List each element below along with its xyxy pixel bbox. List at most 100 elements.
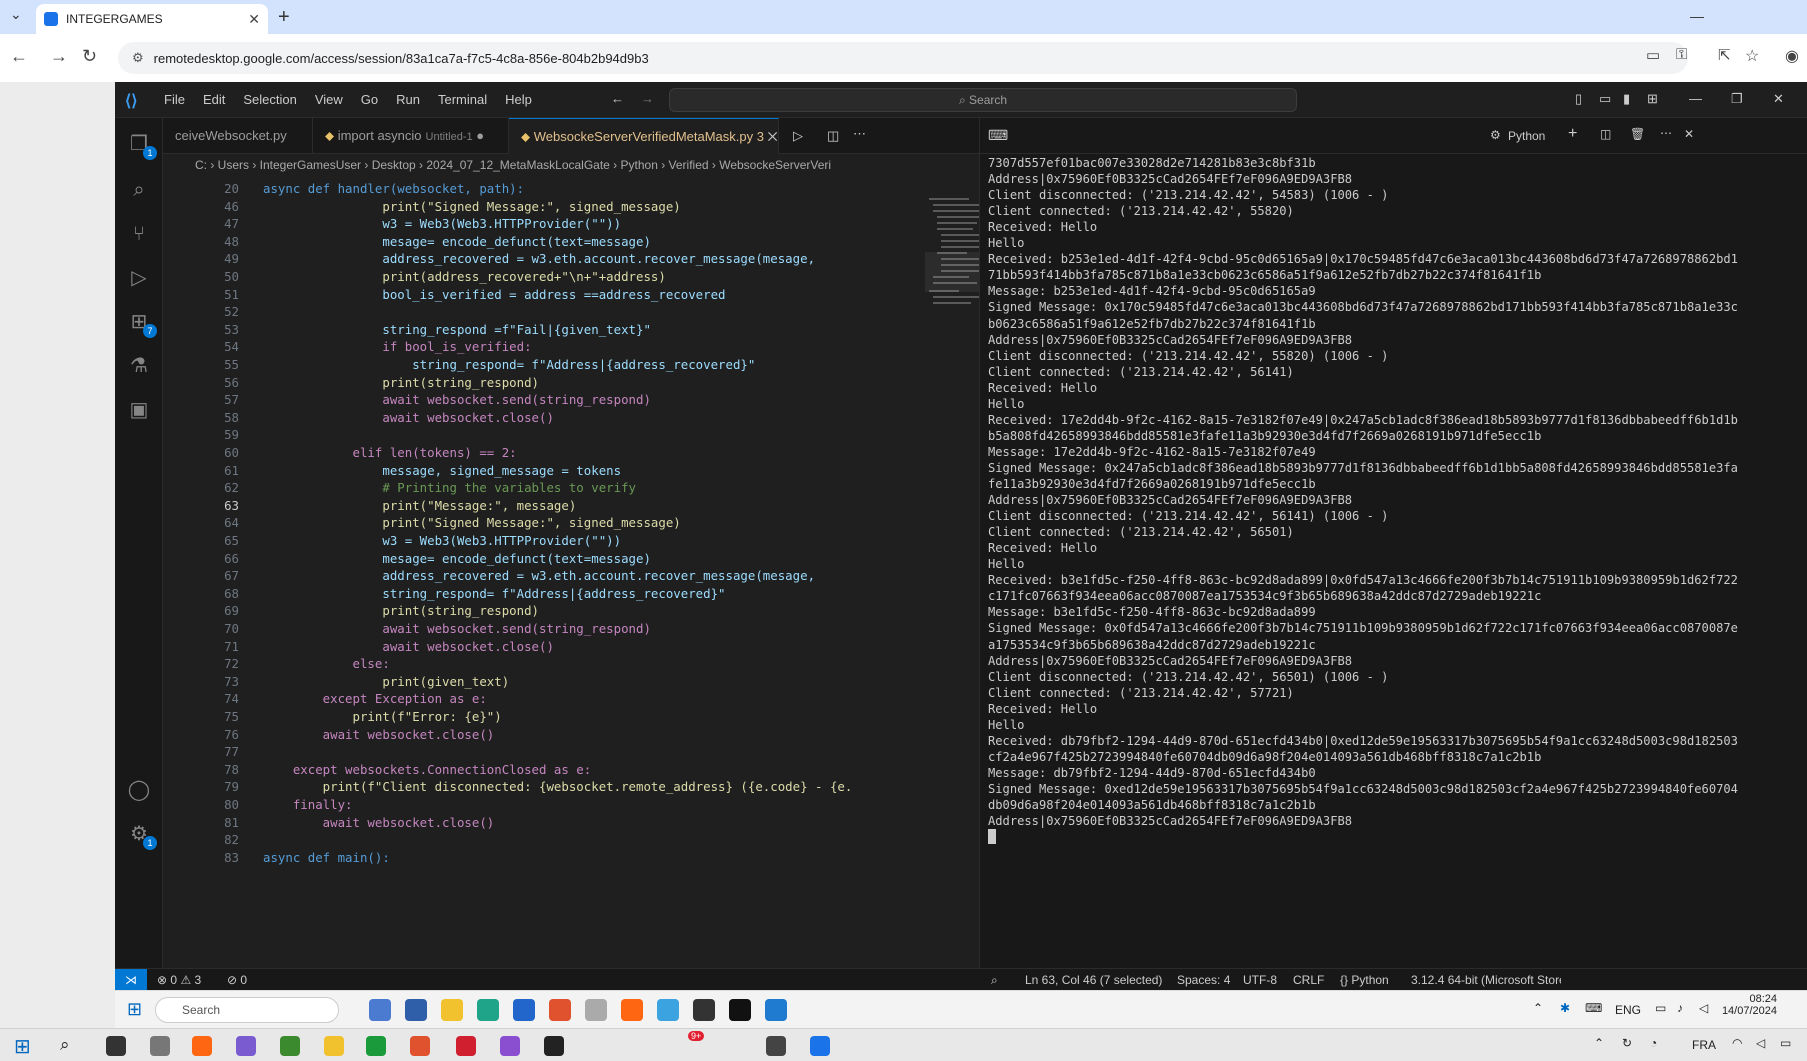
host-wifi-icon[interactable]: ◠ [1732,1036,1742,1050]
close-panel-icon[interactable]: ✕ [1684,127,1694,141]
brave-icon[interactable] [549,999,571,1021]
address-bar[interactable]: ⚙ remotedesktop.google.com/access/sessio… [118,42,1688,74]
code-line[interactable]: 46 print("Signed Message:", signed_messa… [163,198,979,216]
search-icon[interactable]: ⌕ [127,178,151,202]
forward-icon[interactable]: → [50,46,68,67]
code-line[interactable]: 62 # Printing the variables to verify [163,479,979,497]
code-line[interactable]: 76 await websocket.close() [163,726,979,744]
code-line[interactable]: 75 print(f"Error: {e}") [163,708,979,726]
code-line[interactable]: 80 finally: [163,796,979,814]
host-app-icon-5[interactable] [280,1036,300,1056]
site-info-icon[interactable]: ⚙ [132,50,144,66]
host-opera-icon[interactable] [456,1036,476,1056]
new-terminal-icon[interactable]: + [1568,125,1577,143]
extensions-icon[interactable]: ⊞ 7 [127,310,157,338]
menu-help[interactable]: Help [496,92,541,107]
ports-indicator[interactable]: ⊘ 0 [227,969,247,991]
code-line[interactable]: 65 w3 = Web3(Web3.HTTPProvider("")) [163,532,979,550]
vscode-taskbar-icon[interactable] [765,999,787,1021]
terminal-output[interactable]: 7307d557ef01bac007e33028d2e714281b83e3c8… [979,154,1807,968]
host-search-icon[interactable]: ⌕ [60,1035,70,1055]
code-line[interactable]: 68 string_respond= f"Address|{address_re… [163,585,979,603]
minimize-icon[interactable]: — [1690,8,1704,24]
run-debug-icon[interactable]: ▷ [127,266,151,290]
code-line[interactable]: 51 bool_is_verified = address ==address_… [163,286,979,304]
code-editor[interactable]: 20 async def handler(websocket, path): 46 … [163,176,979,968]
host-xbox-icon[interactable] [366,1036,386,1056]
split-editor-icon[interactable]: ◫ [827,128,839,144]
code-line[interactable]: 20 async def handler(websocket, path): [163,180,979,198]
nav-forward-icon[interactable]: → [641,91,654,106]
mic-icon[interactable]: ♪ [1677,1001,1683,1015]
host-language[interactable]: FRA [1692,1038,1716,1052]
host-file-explorer-icon[interactable] [324,1036,344,1056]
console-app-icon[interactable] [729,999,751,1021]
remote-clock[interactable]: 08:24 14/07/2024 [1715,993,1777,1017]
tab-websocke-server[interactable]: ⬥ WebsockeServerVerifiedMetaMask.py 3 ✕ [509,118,779,154]
menu-run[interactable]: Run [387,92,429,107]
code-line[interactable]: 79 print(f"Client disconnected: {websock… [163,778,979,796]
line-endings[interactable]: CRLF [1293,969,1324,991]
code-line[interactable]: 53 string_respond =f"Fail|{given_text}" [163,321,979,339]
host-start-icon[interactable]: ⊞ [14,1034,31,1059]
keyboard-icon[interactable]: ⌨ [1585,1001,1602,1015]
code-line[interactable]: 52 [163,303,979,321]
code-line[interactable]: 83 async def main(): [163,849,979,867]
code-line[interactable]: 66 mesage= encode_defunct(text=message) [163,550,979,568]
host-app-icon-2[interactable] [150,1036,170,1056]
manage-gear-icon[interactable]: ⚙ 1 [127,822,157,850]
zoom-icon[interactable]: ⌕ [991,969,998,991]
code-line[interactable]: 59 [163,426,979,444]
nav-back-icon[interactable]: ← [611,91,624,106]
accounts-icon[interactable]: ◯ [127,778,151,802]
problems-indicator[interactable]: ⊗ 0 ⚠ 3 [157,969,201,991]
open-in-app-icon[interactable]: ⇱ [1718,46,1731,64]
code-line[interactable]: 60 elif len(tokens) == 2: [163,444,979,462]
close-tab-icon[interactable]: ✕ [768,129,778,144]
install-icon[interactable]: ▭ [1646,46,1660,64]
terminal-instance-label[interactable]: Python [1508,129,1545,143]
host-firefox-icon[interactable] [192,1036,212,1056]
window-restore-icon[interactable]: ❐ [1731,91,1743,107]
code-line[interactable]: 81 await websocket.close() [163,814,979,832]
host-brave-icon[interactable] [410,1036,430,1056]
host-sync-icon[interactable]: ◔ [1650,1036,1657,1050]
terminal-more-icon[interactable]: ⋯ [1660,126,1672,140]
code-line[interactable]: 67 address_recovered = w3.eth.account.re… [163,567,979,585]
tab-search-chevron-icon[interactable]: ⌄ [10,6,22,23]
cursor-position[interactable]: Ln 63, Col 46 (7 selected) [1025,969,1162,991]
code-line[interactable]: 48 mesage= encode_defunct(text=message) [163,233,979,251]
menu-edit[interactable]: Edit [194,92,234,107]
encoding[interactable]: UTF-8 [1243,969,1277,991]
browser-tab[interactable]: INTEGERGAMES ✕ [36,4,268,34]
firefox-icon[interactable] [621,999,643,1021]
host-app-icon-4[interactable] [236,1036,256,1056]
code-line[interactable]: 55 string_respond= f"Address|{address_re… [163,356,979,374]
bookmark-star-icon[interactable]: ☆ [1745,46,1759,66]
reload-icon[interactable]: ↻ [82,46,97,67]
chrome-app-icon[interactable] [657,999,679,1021]
indentation[interactable]: Spaces: 4 [1177,969,1230,991]
code-line[interactable]: 54 if bool_is_verified: [163,338,979,356]
new-tab-button[interactable]: + [278,6,290,29]
code-line[interactable]: 47 w3 = Web3(Web3.HTTPProvider("")) [163,215,979,233]
menu-terminal[interactable]: Terminal [429,92,496,107]
toggle-panel-icon[interactable]: ▭ [1599,91,1611,107]
code-line[interactable]: 57 await websocket.send(string_respond) [163,391,979,409]
code-line[interactable]: 50 print(address_recovered+"\n+"+address… [163,268,979,286]
code-line[interactable]: 56 print(string_respond) [163,374,979,392]
bluetooth-icon[interactable]: ✱ [1560,1001,1570,1015]
menu-file[interactable]: File [155,92,194,107]
menu-view[interactable]: View [306,92,352,107]
code-line[interactable]: 73 print(given_text) [163,673,979,691]
toggle-secondary-sidebar-icon[interactable]: ▮ [1623,91,1630,107]
kill-terminal-icon[interactable]: 🗑 [1630,127,1645,141]
customize-layout-icon[interactable]: ⊞ [1647,91,1658,107]
code-line[interactable]: 49 address_recovered = w3.eth.account.re… [163,250,979,268]
breadcrumb[interactable]: C: › Users › IntegerGamesUser › Desktop … [163,154,979,176]
code-line[interactable]: 77 [163,743,979,761]
taskbar-search[interactable]: Search [155,997,339,1023]
tab-untitled-1[interactable]: ⬥ import asyncio Untitled-1 ● [313,118,509,154]
code-line[interactable]: 74 except Exception as e: [163,690,979,708]
python-interpreter[interactable]: 3.12.4 64-bit (Microsoft Store) [1411,969,1561,991]
